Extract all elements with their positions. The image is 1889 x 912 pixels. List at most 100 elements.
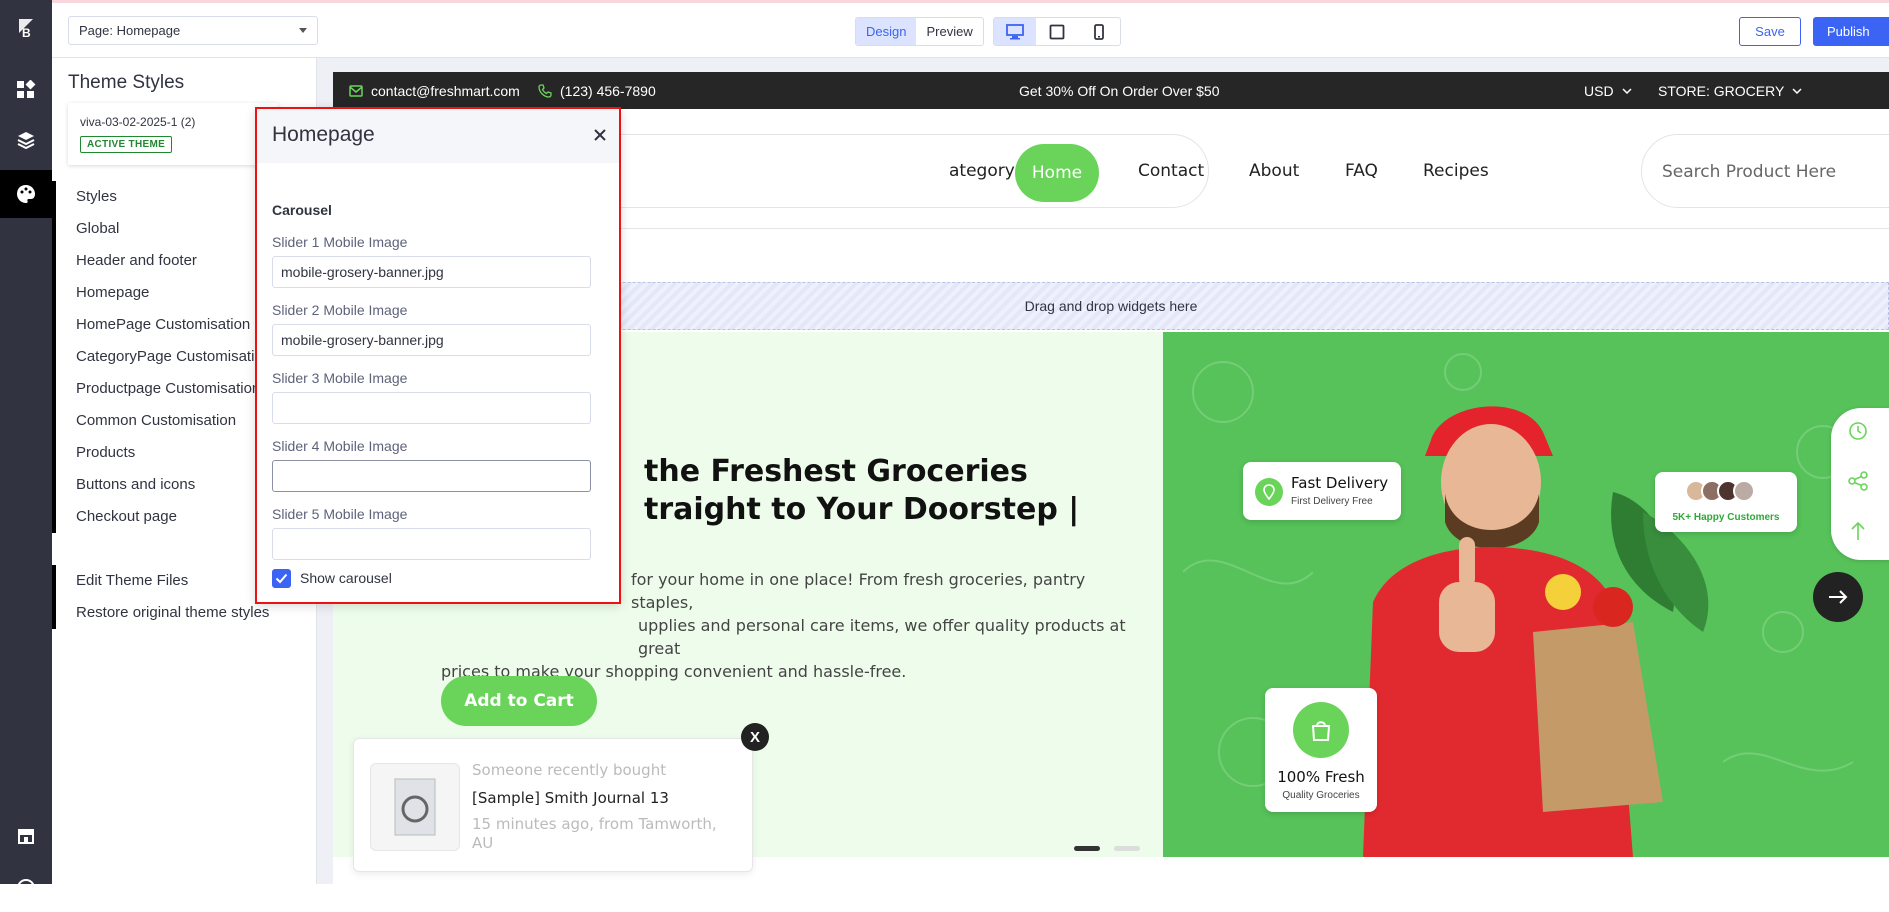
- slider-5-mobile-image-input[interactable]: [272, 528, 591, 560]
- shopping-bag-icon: [1293, 702, 1349, 758]
- search-placeholder: Search Product Here: [1662, 162, 1837, 182]
- theme-card[interactable]: viva-03-02-2025-1 (2) ACTIVE THEME: [68, 103, 278, 165]
- mail-icon: [349, 84, 363, 97]
- active-theme-badge: ACTIVE THEME: [80, 136, 173, 153]
- slider-4-label: Slider 4 Mobile Image: [272, 438, 408, 454]
- nav-contact[interactable]: Contact: [1138, 148, 1204, 195]
- email-text: contact@freshmart.com: [371, 82, 520, 99]
- fresh-card: 100% Fresh Quality Groceries: [1265, 688, 1377, 812]
- layers-icon[interactable]: [0, 116, 52, 164]
- close-icon[interactable]: [593, 125, 607, 148]
- announcement-bar: contact@freshmart.com (123) 456-7890 Get…: [333, 72, 1889, 109]
- add-to-cart-button[interactable]: Add to Cart: [441, 676, 597, 726]
- product-thumbnail[interactable]: [370, 763, 460, 851]
- nav-category[interactable]: ategory: [949, 148, 1015, 195]
- restore-theme-styles-link[interactable]: Restore original theme styles: [56, 597, 269, 629]
- share-icon[interactable]: [1847, 470, 1869, 497]
- nav-home[interactable]: Home: [1015, 144, 1099, 202]
- menu-item-global[interactable]: Global: [56, 213, 271, 245]
- save-button[interactable]: Save: [1739, 17, 1801, 46]
- carousel-section-label: Carousel: [272, 202, 332, 218]
- toast-product-name[interactable]: [Sample] Smith Journal 13: [472, 789, 669, 807]
- menu-item-categorypage-customisation[interactable]: CategoryPage Customisation: [56, 341, 271, 373]
- page-select-value: Page: Homepage: [79, 23, 181, 38]
- tablet-icon[interactable]: [1036, 18, 1078, 45]
- contact-email[interactable]: contact@freshmart.com: [349, 72, 520, 109]
- page-select-dropdown[interactable]: Page: Homepage: [68, 16, 318, 45]
- carousel-next-arrow-icon[interactable]: [1813, 572, 1863, 622]
- fresh-title: 100% Fresh: [1277, 768, 1365, 786]
- toast-time: 15 minutes ago, from Tamworth, AU: [472, 815, 717, 852]
- nav-recipes[interactable]: Recipes: [1423, 148, 1489, 195]
- store-search-input[interactable]: Search Product Here: [1641, 134, 1889, 208]
- menu-item-styles[interactable]: Styles: [56, 181, 271, 213]
- chevron-down-icon: [1622, 87, 1632, 94]
- history-icon[interactable]: [1847, 420, 1869, 447]
- slider-1-label: Slider 1 Mobile Image: [272, 234, 408, 250]
- menu-item-products[interactable]: Products: [56, 437, 271, 469]
- bigcommerce-logo-icon[interactable]: B: [0, 4, 52, 52]
- fast-delivery-subtitle: First Delivery Free: [1291, 496, 1373, 507]
- contact-phone[interactable]: (123) 456-7890: [538, 72, 656, 109]
- recent-purchase-toast: Someone recently bought [Sample] Smith J…: [353, 738, 753, 872]
- desktop-icon[interactable]: [994, 18, 1036, 45]
- fresh-subtitle: Quality Groceries: [1282, 790, 1360, 801]
- toast-close-button[interactable]: X: [741, 723, 769, 751]
- slider-3-label: Slider 3 Mobile Image: [272, 370, 408, 386]
- happy-customers-text: 5K+ Happy Customers: [1672, 512, 1780, 523]
- slider-4-mobile-image-input[interactable]: [272, 460, 591, 492]
- publish-button[interactable]: Publish: [1813, 17, 1889, 46]
- svg-text:B: B: [22, 26, 31, 39]
- menu-item-common-customisation[interactable]: Common Customisation: [56, 405, 271, 437]
- slider-1-mobile-image-input[interactable]: mobile-grosery-banner.jpg: [272, 256, 591, 288]
- avatar: [1733, 480, 1755, 502]
- menu-item-checkout-page[interactable]: Checkout page: [56, 501, 271, 533]
- homepage-settings-popup: Homepage Carousel Slider 1 Mobile Image …: [255, 107, 621, 604]
- help-icon[interactable]: [0, 864, 52, 912]
- popup-header: Homepage: [257, 109, 619, 163]
- chevron-down-icon: [1792, 87, 1802, 94]
- phone-icon: [538, 83, 552, 98]
- side-tools: [1831, 408, 1889, 560]
- slider-3-mobile-image-input[interactable]: [272, 392, 591, 424]
- location-pin-icon: [1255, 478, 1283, 506]
- menu-item-buttons-icons[interactable]: Buttons and icons: [56, 469, 271, 501]
- show-carousel-label: Show carousel: [300, 570, 392, 586]
- menu-item-productpage-customisation[interactable]: Productpage Customisation: [56, 373, 271, 405]
- device-toggle: [993, 17, 1121, 46]
- panel-title: Theme Styles: [68, 72, 185, 93]
- fast-delivery-card: Fast Delivery First Delivery Free: [1243, 462, 1401, 520]
- slider-2-mobile-image-input[interactable]: mobile-grosery-banner.jpg: [272, 324, 591, 356]
- nav-about[interactable]: About: [1249, 148, 1299, 195]
- menu-item-homepage-customisation[interactable]: HomePage Customisation: [56, 309, 271, 341]
- menu-item-header-footer[interactable]: Header and footer: [56, 245, 271, 277]
- storefront-icon[interactable]: [0, 812, 52, 860]
- hero-heading-line1: the Freshest Groceries: [644, 454, 1028, 489]
- promo-text: Get 30% Off On Order Over $50: [1019, 82, 1220, 99]
- left-rail: B: [0, 0, 52, 897]
- palette-icon[interactable]: [0, 170, 52, 218]
- carousel-dot-active[interactable]: [1074, 846, 1100, 851]
- store-value: STORE: GROCERY: [1658, 82, 1785, 99]
- show-carousel-checkbox[interactable]: [272, 569, 291, 588]
- hero-heading-line2: traight to Your Doorstep |: [644, 492, 1080, 527]
- happy-customers-card: 5K+ Happy Customers: [1655, 472, 1797, 532]
- design-mode-button[interactable]: Design: [856, 18, 917, 45]
- currency-select[interactable]: USD: [1584, 72, 1632, 109]
- theme-files-menu: Edit Theme Files Restore original theme …: [52, 565, 269, 629]
- menu-item-homepage[interactable]: Homepage: [56, 277, 271, 309]
- preview-mode-button[interactable]: Preview: [916, 18, 982, 45]
- nav-faq[interactable]: FAQ: [1345, 148, 1378, 195]
- popup-title: Homepage: [272, 123, 375, 146]
- slider-2-label: Slider 2 Mobile Image: [272, 302, 408, 318]
- checkmark-icon: [275, 573, 288, 584]
- dashboard-icon[interactable]: [0, 66, 52, 114]
- scroll-top-icon[interactable]: [1847, 520, 1869, 547]
- top-bar: Page: Homepage Design Preview Save Publi…: [52, 0, 1889, 58]
- carousel-dot[interactable]: [1114, 846, 1140, 851]
- store-select[interactable]: STORE: GROCERY: [1658, 72, 1802, 109]
- toast-header: Someone recently bought: [472, 761, 667, 779]
- mobile-icon[interactable]: [1078, 18, 1120, 45]
- fast-delivery-title: Fast Delivery: [1291, 474, 1389, 492]
- edit-theme-files-link[interactable]: Edit Theme Files: [56, 565, 269, 597]
